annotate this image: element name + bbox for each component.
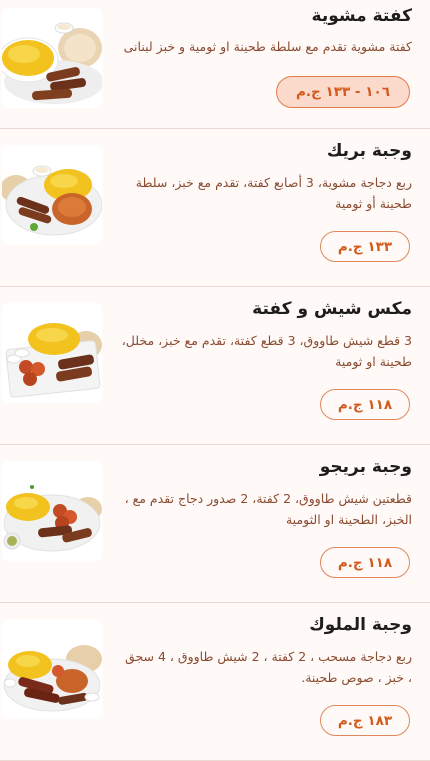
price-button[interactable]: ١٠٦ - ١٣٣ ج.م xyxy=(276,76,410,108)
menu-item-kings-meal[interactable]: وجبة الملوك ربع دجاجة مسحب ، 2 كفتة ، 2 … xyxy=(0,603,430,761)
menu-item-title: مكس شيش و كفتة xyxy=(252,299,412,319)
break-meal-plate-image xyxy=(2,145,102,245)
price-button[interactable]: ١١٨ ج.م xyxy=(320,389,410,420)
price-button[interactable]: ١٨٣ ج.م xyxy=(320,705,410,736)
menu-item-title: وجبة بريجو xyxy=(319,457,412,477)
menu-item-kofta[interactable]: كفتة مشوية كفتة مشوية تقدم مع سلطة طحينة… xyxy=(0,0,430,129)
menu-list: كفتة مشوية كفتة مشوية تقدم مع سلطة طحينة… xyxy=(0,0,430,761)
menu-item-brego-meal[interactable]: وجبة بريجو قطعتين شيش طاووق، 2 كفتة، 2 ص… xyxy=(0,445,430,603)
menu-item-title: كفتة مشوية xyxy=(311,6,412,26)
brego-meal-plate-image xyxy=(2,461,102,561)
menu-item-description: ربع دجاجة مشوية، 3 أصابع كفتة، تقدم مع خ… xyxy=(135,175,412,211)
menu-item-description: قطعتين شيش طاووق، 2 كفتة، 2 صدور دجاج تق… xyxy=(124,491,412,527)
menu-item-description: كفتة مشوية تقدم مع سلطة طحينة او ثومية و… xyxy=(123,39,412,54)
menu-item-description: ربع دجاجة مسحب ، 2 كفتة ، 2 شيش طاووق ، … xyxy=(125,649,412,685)
mix-shish-kofta-plate-image xyxy=(2,303,102,403)
menu-item-mix-shish-kofta[interactable]: مكس شيش و كفتة 3 قطع شيش طاووق، 3 قطع كف… xyxy=(0,287,430,445)
menu-item-title: وجبة بريك xyxy=(326,141,412,161)
kings-meal-plate-image xyxy=(2,619,102,719)
grilled-kofta-plate-image xyxy=(2,8,102,108)
price-button[interactable]: ١٣٣ ج.م xyxy=(320,231,410,262)
menu-item-title: وجبة الملوك xyxy=(309,615,412,635)
price-button[interactable]: ١١٨ ج.م xyxy=(320,547,410,578)
menu-item-description: 3 قطع شيش طاووق، 3 قطع كفتة، تقدم مع خبز… xyxy=(121,333,412,369)
menu-item-break-meal[interactable]: وجبة بريك ربع دجاجة مشوية، 3 أصابع كفتة،… xyxy=(0,129,430,287)
